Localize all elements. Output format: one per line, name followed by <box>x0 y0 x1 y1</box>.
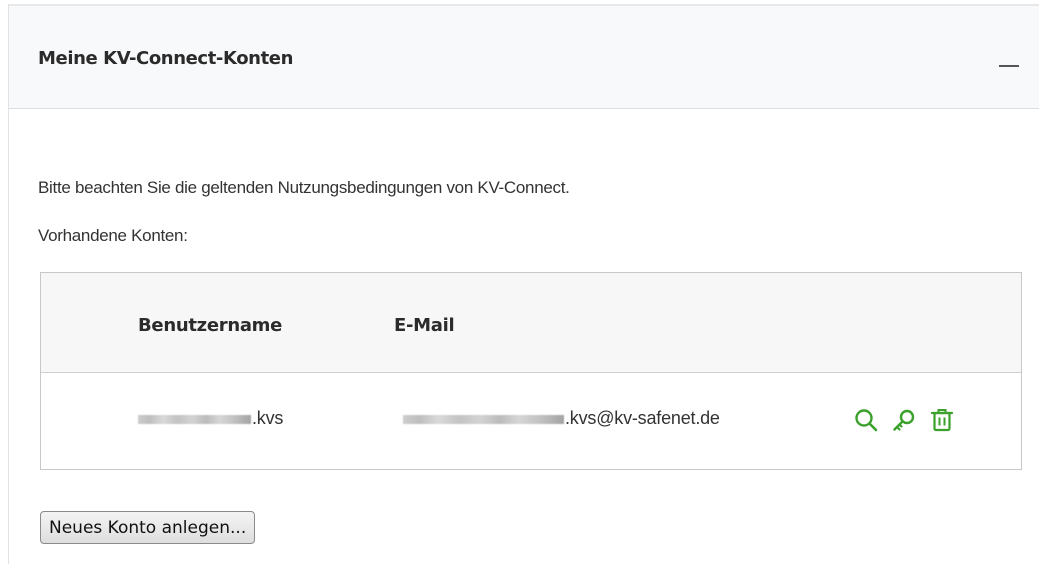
existing-accounts-label: Vorhandene Konten: <box>38 226 188 245</box>
collapse-button[interactable] <box>989 42 1029 82</box>
search-icon[interactable] <box>853 407 879 433</box>
table-header: Benutzername E-Mail <box>41 273 1021 373</box>
minus-icon <box>999 65 1019 67</box>
key-icon[interactable] <box>891 407 917 433</box>
new-account-button[interactable]: Neues Konto anlegen... <box>40 511 256 544</box>
email-cell: .kvs@kv-safenet.de <box>403 408 720 429</box>
column-header-username: Benutzername <box>138 315 283 336</box>
redacted-text <box>403 414 564 424</box>
kv-connect-accounts-panel: Meine KV-Connect-Konten Bitte beachten S… <box>8 4 1039 564</box>
panel-header: Meine KV-Connect-Konten <box>9 6 1039 109</box>
accounts-table: Benutzername E-Mail .kvs .kvs@kv-safenet… <box>40 272 1022 470</box>
redacted-text <box>138 414 251 424</box>
username-suffix: .kvs <box>252 408 284 428</box>
row-actions <box>853 405 967 435</box>
username-cell: .kvs <box>138 408 283 429</box>
column-header-email: E-Mail <box>394 315 455 336</box>
trash-icon[interactable] <box>929 407 955 433</box>
table-row: .kvs .kvs@kv-safenet.de <box>41 373 1021 469</box>
panel-title: Meine KV-Connect-Konten <box>38 48 294 69</box>
terms-notice: Bitte beachten Sie die geltenden Nutzung… <box>38 178 570 197</box>
email-suffix: .kvs@kv-safenet.de <box>565 408 720 428</box>
